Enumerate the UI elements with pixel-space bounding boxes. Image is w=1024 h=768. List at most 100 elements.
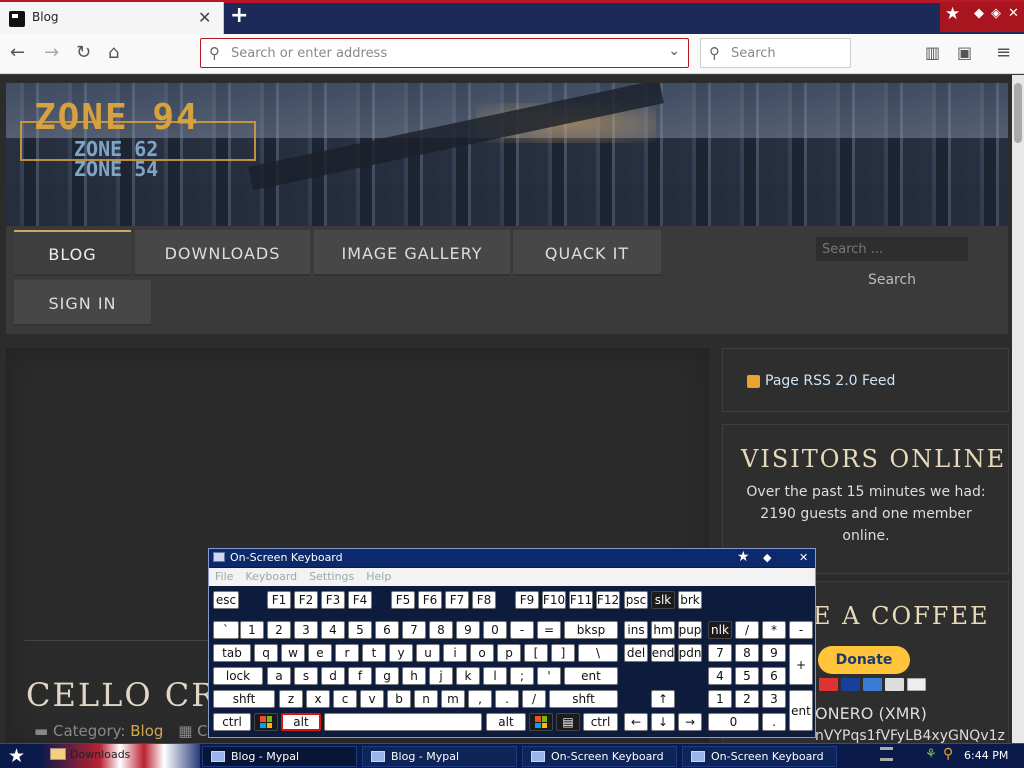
osk-key-y[interactable]: y (389, 644, 413, 662)
page-scrollbar[interactable] (1012, 75, 1024, 743)
start-downloads-label[interactable]: Downloads (70, 748, 130, 761)
minimize-icon[interactable]: ◆ (763, 551, 771, 564)
nav-item-quack-it[interactable]: QUACK IT (513, 230, 661, 276)
osk-key-91[interactable]: [ (524, 644, 548, 662)
menu-icon[interactable]: ≡ (996, 42, 1011, 63)
osk-menu-keyboard[interactable]: Keyboard (239, 568, 303, 586)
library-icon[interactable]: ▥ (925, 43, 940, 62)
nav-item-sign-in[interactable]: SIGN IN (14, 280, 151, 326)
osk-key-7[interactable]: 7 (402, 621, 426, 639)
browser-search-input[interactable] (731, 43, 841, 63)
site-logo[interactable]: ZONE 94 (34, 97, 200, 138)
osk-key-8[interactable]: 8 (735, 644, 759, 662)
osk-key-w[interactable]: w (281, 644, 305, 662)
osk-key-8595[interactable]: ↓ (651, 713, 675, 731)
osk-key-l[interactable]: l (483, 667, 507, 685)
sidebar-icon[interactable]: ▣ (957, 43, 972, 62)
osk-key-46[interactable]: . (762, 713, 786, 731)
osk-key-slk[interactable]: slk (651, 591, 675, 609)
browser-tab-blog[interactable]: Blog ✕ (0, 2, 224, 34)
browser-search-bar[interactable]: ⚲ (700, 38, 851, 68)
osk-key-alt[interactable]: alt (281, 713, 321, 731)
osk-key-47[interactable]: / (735, 621, 759, 639)
osk-key-8[interactable]: 8 (429, 621, 453, 639)
osk-key-i[interactable]: i (443, 644, 467, 662)
osk-key-44[interactable]: , (468, 690, 492, 708)
osk-key-5[interactable]: 5 (348, 621, 372, 639)
osk-key-r[interactable]: r (335, 644, 359, 662)
tab-close-icon[interactable]: ✕ (198, 8, 211, 27)
new-tab-button[interactable]: + (230, 3, 248, 28)
osk-key-k[interactable]: k (456, 667, 480, 685)
osk-key-a[interactable]: a (267, 667, 291, 685)
osk-key-59[interactable]: ; (510, 667, 534, 685)
osk-key-esc[interactable]: esc (213, 591, 239, 609)
osk-key-F1[interactable]: F1 (267, 591, 291, 609)
osk-key-F11[interactable]: F11 (569, 591, 593, 609)
osk-key-4[interactable]: 4 (708, 667, 732, 685)
osk-key-93[interactable]: ] (551, 644, 575, 662)
osk-key-45[interactable]: - (789, 621, 813, 639)
osk-key-7[interactable]: 7 (708, 644, 732, 662)
osk-key-61[interactable]: = (537, 621, 561, 639)
osk-key-d[interactable]: d (321, 667, 345, 685)
osk-key-F12[interactable]: F12 (596, 591, 620, 609)
url-bar[interactable]: ⚲ ⌄ (200, 38, 689, 68)
osk-key-0[interactable]: 0 (708, 713, 759, 731)
osk-key-42[interactable]: * (762, 621, 786, 639)
osk-key-1[interactable]: 1 (240, 621, 264, 639)
osk-key-9[interactable]: 9 (456, 621, 480, 639)
nav-item-image-gallery[interactable]: IMAGE GALLERY (314, 230, 510, 276)
osk-key-t[interactable]: t (362, 644, 386, 662)
osk-key-5[interactable]: 5 (735, 667, 759, 685)
chevron-down-icon[interactable]: ⌄ (668, 43, 680, 59)
osk-key-space[interactable] (324, 713, 482, 731)
osk-key-nlk[interactable]: nlk (708, 621, 732, 639)
osk-key-lock[interactable]: lock (213, 667, 263, 685)
rss-link[interactable]: Page RSS 2.0 Feed (747, 373, 895, 389)
osk-menu-settings[interactable]: Settings (303, 568, 360, 586)
maximize-icon[interactable]: ◈ (991, 6, 1001, 21)
osk-key-46[interactable]: . (495, 690, 519, 708)
osk-key-F10[interactable]: F10 (542, 591, 566, 609)
osk-key-F3[interactable]: F3 (321, 591, 345, 609)
osk-key-2[interactable]: 2 (735, 690, 759, 708)
osk-key-F7[interactable]: F7 (445, 591, 469, 609)
osk-key-8594[interactable]: → (678, 713, 702, 731)
osk-key-tab[interactable]: tab (213, 644, 251, 662)
osk-key-ent[interactable]: ent (564, 667, 618, 685)
osk-key-pdn[interactable]: pdn (678, 644, 702, 662)
osk-key-92[interactable]: \ (578, 644, 618, 662)
osk-key-6[interactable]: 6 (762, 667, 786, 685)
minimize-icon[interactable]: ◆ (974, 6, 984, 21)
osk-key-alt[interactable]: alt (486, 713, 526, 731)
forward-icon[interactable]: → (44, 42, 59, 63)
osk-key-pup[interactable]: pup (678, 621, 702, 639)
osk-key-numpad-plus[interactable]: + (789, 644, 813, 685)
osk-key-numpad-enter[interactable]: ent (789, 690, 813, 731)
osk-key-6[interactable]: 6 (375, 621, 399, 639)
close-icon[interactable]: ✕ (799, 551, 808, 564)
osk-key-0[interactable]: 0 (483, 621, 507, 639)
close-window-icon[interactable]: ✕ (1008, 6, 1019, 21)
home-icon[interactable]: ⌂ (108, 42, 119, 63)
osk-menu-help[interactable]: Help (360, 568, 397, 586)
osk-key-windows[interactable] (254, 713, 278, 731)
site-search-button[interactable]: Search (858, 266, 926, 294)
osk-key-o[interactable]: o (470, 644, 494, 662)
osk-key-j[interactable]: j (429, 667, 453, 685)
osk-key-3[interactable]: 3 (294, 621, 318, 639)
osk-key-s[interactable]: s (294, 667, 318, 685)
taskbar-button-blog-1[interactable]: Blog - Mypal (202, 746, 357, 767)
nav-item-blog[interactable]: BLOG (14, 230, 131, 276)
osk-key-c[interactable]: c (333, 690, 357, 708)
osk-title-bar[interactable]: On-Screen Keyboard ★ ◆ ✕ (209, 549, 815, 567)
osk-key-shft[interactable]: shft (549, 690, 618, 708)
osk-key-h[interactable]: h (402, 667, 426, 685)
osk-key-96[interactable]: ` (213, 621, 239, 639)
reload-icon[interactable]: ↻ (76, 42, 91, 63)
osk-key-u[interactable]: u (416, 644, 440, 662)
osk-key-1[interactable]: 1 (708, 690, 732, 708)
osk-key-z[interactable]: z (279, 690, 303, 708)
osk-key-brk[interactable]: brk (678, 591, 702, 609)
